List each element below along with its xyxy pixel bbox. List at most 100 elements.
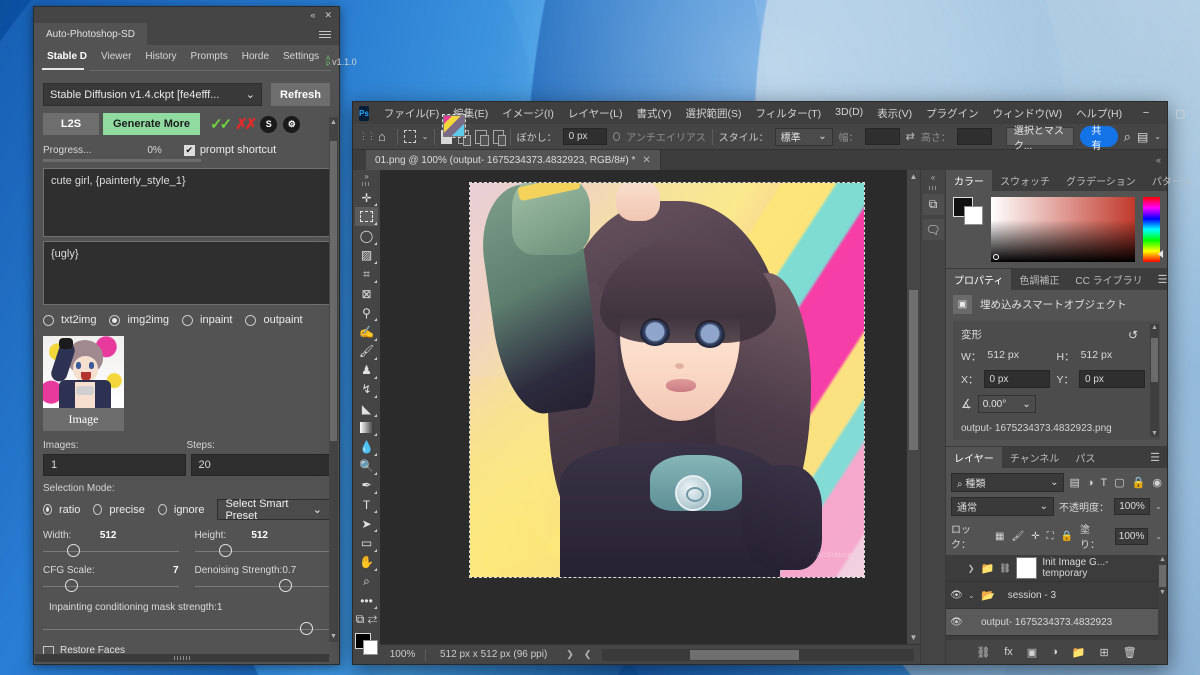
radio-txt2img[interactable] <box>43 314 54 326</box>
scroll-up-arrow[interactable]: ▲ <box>907 172 920 181</box>
tab-channels[interactable]: チャンネル <box>1002 447 1068 468</box>
scrollbar-thumb[interactable] <box>689 649 799 660</box>
hue-handle[interactable] <box>1158 250 1163 258</box>
tab-viewer[interactable]: Viewer <box>94 46 138 68</box>
init-image-thumbnail-wrap[interactable]: Image <box>43 336 124 431</box>
denoise-slider[interactable] <box>194 578 330 594</box>
visibility-toggle-icon[interactable]: 👁 <box>950 617 963 628</box>
type-tool-icon[interactable]: T <box>355 495 378 514</box>
layer-fx-icon[interactable]: fx <box>1004 646 1013 658</box>
negative-prompt-input[interactable]: {ugly} <box>43 241 330 305</box>
lock-position-icon[interactable]: ✛ <box>1031 531 1039 542</box>
table-row[interactable]: 👁 output- 1675234373.4832923 <box>442 114 1158 636</box>
toolbar-expand-icon[interactable]: » <box>364 172 368 181</box>
collapse-panels-icon[interactable]: « <box>1150 150 1167 170</box>
close-icon[interactable]: ✕ <box>642 155 650 166</box>
scrollbar-thumb[interactable] <box>1159 565 1166 587</box>
pixel-filter-icon[interactable]: ▤ <box>1069 476 1079 489</box>
clone-stamp-tool-icon[interactable]: ♟ <box>355 361 378 380</box>
generate-more-button[interactable]: Generate More <box>103 113 200 135</box>
tab-gradients[interactable]: グラデーション <box>1058 170 1144 191</box>
share-button[interactable]: 共有 <box>1080 126 1118 152</box>
menu-type[interactable]: 書式(Y) <box>629 106 678 121</box>
tab-swatches[interactable]: スウォッチ <box>992 170 1058 191</box>
chevron-down-icon[interactable]: ⌄ <box>1155 502 1162 511</box>
lasso-tool-icon[interactable]: ◯ <box>355 226 378 245</box>
color-swatches[interactable] <box>953 197 983 225</box>
toolbar-grip[interactable] <box>362 182 371 186</box>
table-row[interactable]: 👁 ⌄ 📂 session - 3 <box>946 582 1158 609</box>
layer-mask-icon[interactable]: ▣ <box>1027 646 1037 659</box>
reset-icon[interactable]: ↺ <box>1128 328 1138 342</box>
status-expand-icon[interactable]: ❯ <box>561 649 579 660</box>
edit-toolbar-icon[interactable]: ⧉ ⇄ <box>355 610 378 629</box>
prompt-input[interactable]: cute girl, {painterly_style_1} <box>43 168 330 237</box>
chevron-down-icon[interactable]: ⌄ <box>968 591 976 600</box>
menu-filter[interactable]: フィルター(T) <box>748 106 828 121</box>
chevron-down-icon[interactable]: ⌄ <box>1154 132 1161 141</box>
canvas-stage[interactable]: ArtStation ▲ ▼ <box>380 170 920 644</box>
panel-menu-icon[interactable] <box>319 23 339 45</box>
model-select[interactable]: Stable Diffusion v1.4.ckpt [fe4efff... ⌄ <box>43 83 262 106</box>
menu-help[interactable]: ヘルプ(H) <box>1069 106 1129 121</box>
zoom-tool-icon[interactable]: ⌕ <box>355 572 378 591</box>
object-selection-tool-icon[interactable]: ▨ <box>355 246 378 265</box>
radio-precise[interactable] <box>93 504 103 515</box>
panel-menu-icon[interactable]: ☰ <box>1151 269 1175 290</box>
tab-layers[interactable]: レイヤー <box>946 447 1002 468</box>
visibility-toggle-icon[interactable]: 👁 <box>950 563 963 574</box>
menu-window[interactable]: ウィンドウ(W) <box>986 106 1069 121</box>
check-marks-icon[interactable]: ✓✓ <box>210 115 232 133</box>
shape-filter-icon[interactable]: ▢ <box>1114 476 1124 489</box>
comments-icon[interactable]: 🗨 <box>922 219 944 240</box>
menu-layer[interactable]: レイヤー(L) <box>561 106 630 121</box>
sd-app-tab[interactable]: Auto-Photoshop-SD <box>34 23 147 45</box>
x-input[interactable]: 0 px <box>983 370 1050 388</box>
minimize-button[interactable]: − <box>1129 102 1163 124</box>
tab-adjustments[interactable]: 色調補正 <box>1011 269 1067 290</box>
home-icon[interactable]: ⌂ <box>373 129 391 144</box>
cfg-slider[interactable] <box>43 578 179 594</box>
steps-input[interactable]: 20 <box>190 454 330 476</box>
properties-scrollbar[interactable]: ▲ ▼ <box>1150 324 1159 437</box>
scroll-up-arrow[interactable]: ▲ <box>1150 324 1159 331</box>
shape-tool-icon[interactable]: ▭ <box>355 533 378 552</box>
menu-plugins[interactable]: プラグイン <box>919 106 986 121</box>
antialias-checkbox[interactable] <box>612 132 621 141</box>
background-color-swatch[interactable] <box>964 206 983 225</box>
layers-scrollbar[interactable]: ▲ ▼ <box>1158 555 1167 640</box>
color-picker-field[interactable] <box>991 197 1135 262</box>
tab-horde[interactable]: Horde <box>235 46 276 68</box>
x-marks-icon[interactable]: ✗✗ <box>235 115 257 133</box>
blur-tool-icon[interactable]: 💧 <box>355 437 378 456</box>
panel-menu-icon[interactable]: ☰ <box>1143 447 1167 468</box>
eyedropper-tool-icon[interactable]: ⚲ <box>355 303 378 322</box>
tab-properties[interactable]: プロパティ <box>946 269 1012 290</box>
tab-history[interactable]: History <box>138 46 183 68</box>
camera-icon[interactable]: S <box>260 115 278 133</box>
opacity-input[interactable]: 100% <box>1114 498 1150 515</box>
width-slider[interactable] <box>43 543 179 559</box>
scrollbar-thumb[interactable] <box>1151 338 1158 382</box>
gear-icon[interactable]: ⚙ <box>283 115 301 133</box>
angle-input[interactable]: 0.00° ⌄ <box>977 395 1036 413</box>
lock-transparency-icon[interactable]: ▦ <box>995 531 1004 542</box>
hand-tool-icon[interactable]: ✋ <box>355 553 378 572</box>
options-bar-grip[interactable]: ⋮⋮ <box>359 131 376 142</box>
new-layer-icon[interactable]: ⊞ <box>1100 646 1109 659</box>
workspace-icon[interactable]: ▤ <box>1137 130 1148 144</box>
tab-cc-libraries[interactable]: CC ライブラリ <box>1067 269 1150 290</box>
tab-stable-d[interactable]: Stable D <box>40 46 94 68</box>
lock-artboard-icon[interactable]: ⛶ <box>1047 531 1054 542</box>
dock-collapse-icon[interactable]: « <box>931 173 935 182</box>
path-selection-tool-icon[interactable]: ➤ <box>355 514 378 533</box>
height-slider[interactable] <box>194 543 330 559</box>
toggle-filter-icon[interactable]: ◉ <box>1152 476 1162 489</box>
images-input[interactable]: 1 <box>43 454 186 476</box>
crop-tool-icon[interactable]: ⌗ <box>355 265 378 284</box>
tab-prompts[interactable]: Prompts <box>184 46 235 68</box>
zoom-level[interactable]: 100% <box>380 649 425 660</box>
menu-view[interactable]: 表示(V) <box>870 106 919 121</box>
spot-healing-brush-tool-icon[interactable]: ✍ <box>355 322 378 341</box>
marquee-tool-icon[interactable] <box>403 130 416 143</box>
